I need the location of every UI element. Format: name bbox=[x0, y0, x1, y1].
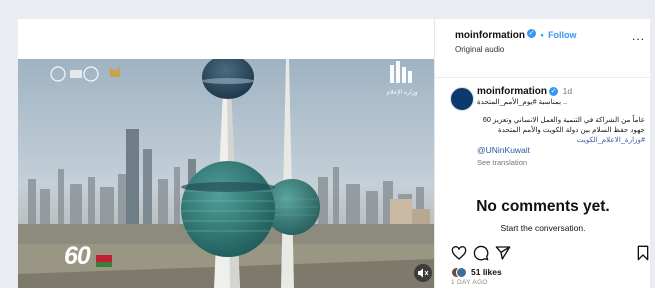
mute-button[interactable] bbox=[414, 264, 432, 282]
follow-button[interactable]: Follow bbox=[548, 30, 577, 40]
caption-mention[interactable]: @UNinKuwait bbox=[477, 145, 645, 155]
bookmark-icon[interactable] bbox=[635, 245, 650, 261]
post-date: 1 DAY AGO bbox=[451, 279, 488, 286]
caption-line-2: عاماً من الشراكة في التنمية والعمل الانس… bbox=[482, 115, 645, 124]
no-comments-title: No comments yet. bbox=[476, 198, 610, 215]
start-conversation-text: Start the conversation. bbox=[500, 223, 586, 233]
caption-time: 1d bbox=[562, 86, 573, 96]
likes-row[interactable]: 51 likes bbox=[451, 267, 502, 278]
caption-username[interactable]: moinformation bbox=[477, 86, 547, 97]
avatar[interactable] bbox=[450, 87, 474, 111]
post-media: وزارة الإعلام 60 bbox=[18, 19, 434, 288]
original-audio-link[interactable]: Original audio bbox=[455, 45, 647, 54]
action-bar bbox=[451, 245, 649, 261]
anniversary-60-emblem: 60 bbox=[64, 242, 91, 270]
post-modal: وزارة الإعلام 60 moinformation ✓ • Follow… bbox=[18, 19, 650, 288]
see-translation-link[interactable]: See translation bbox=[477, 158, 645, 167]
post-video[interactable]: وزارة الإعلام 60 bbox=[18, 59, 434, 288]
verified-badge-icon: ✓ bbox=[549, 86, 558, 96]
header-divider bbox=[435, 77, 650, 78]
heart-icon[interactable] bbox=[451, 245, 467, 261]
caption-line-3: جهود حفظ السلام بين دولة الكويت والأمم ا… bbox=[497, 125, 645, 134]
bullet-separator: • bbox=[540, 30, 544, 40]
comment-icon[interactable] bbox=[473, 245, 489, 261]
share-icon[interactable] bbox=[495, 245, 511, 261]
more-options-button[interactable]: ... bbox=[632, 29, 645, 43]
post-sidebar: moinformation ✓ • Follow Original audio .… bbox=[434, 19, 650, 288]
verified-badge-icon: ✓ bbox=[527, 29, 536, 39]
header-username[interactable]: moinformation bbox=[455, 30, 525, 41]
ministry-logo-text: وزارة الإعلام bbox=[386, 90, 418, 96]
post-caption: moinformation ✓ 1d .. بمناسبة #يوم_الأمم_… bbox=[477, 86, 645, 167]
liker-avatars bbox=[451, 267, 467, 278]
caption-line-1: .. بمناسبة #يوم_الأمم_المتحدة bbox=[477, 97, 568, 106]
post-header: moinformation ✓ • Follow Original audio .… bbox=[455, 25, 647, 59]
speaker-muted-icon bbox=[418, 268, 429, 278]
caption-hashtag[interactable]: #وزارة_الاعلام_الكويت bbox=[477, 135, 645, 145]
likes-count[interactable]: 51 likes bbox=[471, 267, 502, 277]
